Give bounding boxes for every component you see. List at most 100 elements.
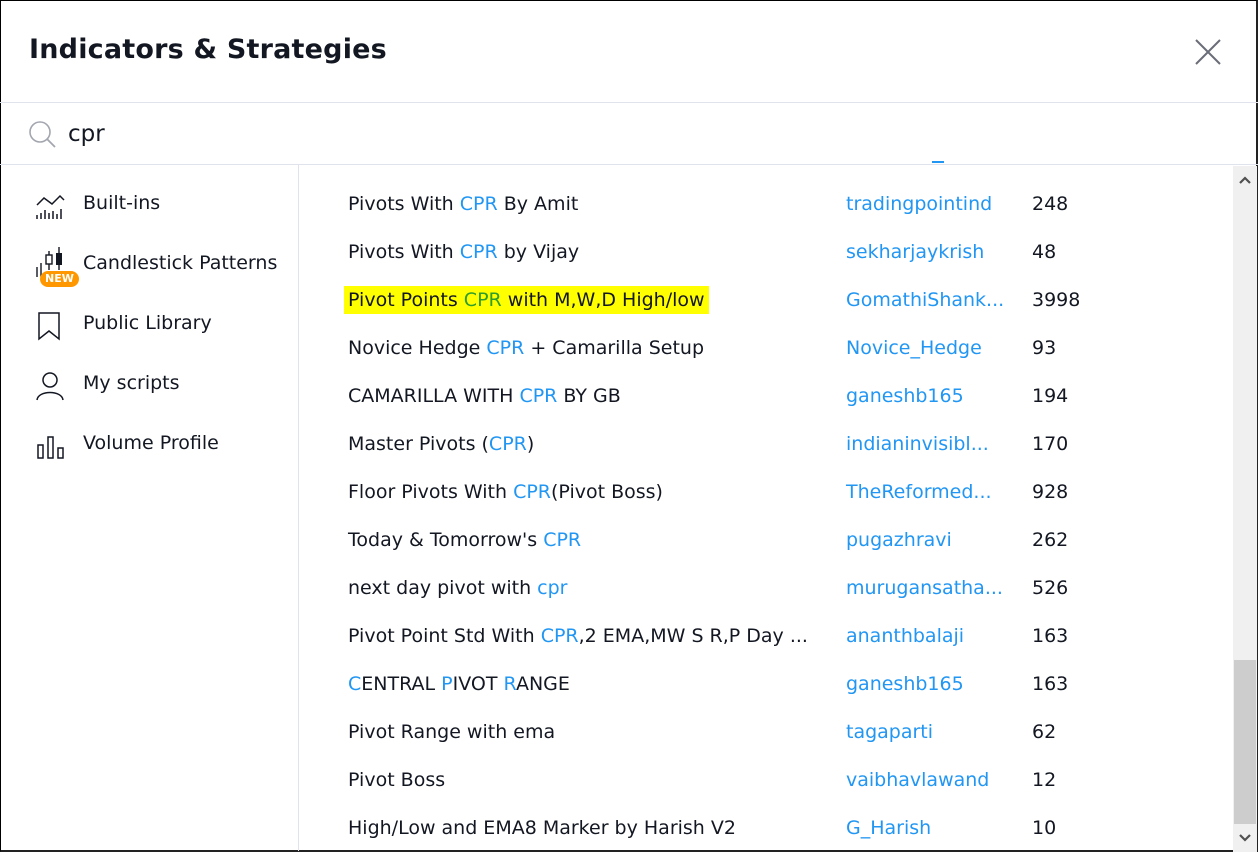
result-row[interactable]: next day pivot with cpr murugansatha... 52… [300, 565, 1232, 613]
search-match: CPR [486, 337, 525, 359]
name-text: Pivots With [348, 193, 460, 215]
author-link[interactable]: pugazhravi [846, 529, 952, 551]
script-name: Pivot Points CPR with M,W,D High/low [344, 286, 709, 314]
script-name: CAMARILLA WITH CPR BY GB [348, 385, 621, 407]
result-row[interactable]: Pivot Range with ema tagaparti 62 [300, 709, 1232, 757]
likes-count: 48 [1032, 241, 1057, 263]
author-link[interactable]: Novice_Hedge [846, 337, 982, 359]
name-text: Pivot Range with ema [348, 721, 556, 743]
clipped-row-fragment [932, 161, 944, 163]
sidebar: Built-ins NEW Candlestick Patterns Publi… [0, 165, 299, 851]
author-link[interactable]: indianinvisibl... [846, 433, 989, 455]
sidebar-item-label: Public Library [83, 312, 212, 334]
scroll-thumb[interactable] [1234, 660, 1256, 824]
sidebar-item-volume-profile[interactable]: Volume Profile [0, 417, 298, 473]
name-text: ,2 EMA,MW S R,P Day ... [578, 625, 808, 647]
author-link[interactable]: vaibhavlawand [846, 769, 989, 791]
results-list: Pivots With CPR By Amit tradingpointind 24… [300, 166, 1232, 852]
search-match: C [348, 673, 362, 695]
user-icon [36, 372, 64, 401]
script-name: Floor Pivots With CPR(Pivot Boss) [348, 481, 663, 503]
result-row[interactable]: Pivot Points CPR with M,W,D High/low Goma… [300, 277, 1232, 325]
dialog-header: Indicators & Strategies [0, 0, 1258, 103]
result-row[interactable]: Floor Pivots With CPR(Pivot Boss) TheRefo… [300, 469, 1232, 517]
sidebar-item-label: My scripts [83, 372, 180, 394]
name-text: + Camarilla Setup [524, 337, 705, 359]
close-icon [1195, 39, 1221, 65]
scroll-up-button[interactable] [1233, 166, 1257, 192]
author-link[interactable]: ganeshb165 [846, 673, 964, 695]
name-text: Master Pivots ( [348, 433, 489, 455]
name-text: by Vijay [497, 241, 580, 263]
likes-count: 12 [1032, 769, 1057, 791]
sidebar-item-label: Built-ins [83, 192, 161, 214]
new-badge: NEW [40, 271, 79, 287]
author-link[interactable]: tradingpointind [846, 193, 992, 215]
sidebar-item-public-library[interactable]: Public Library [0, 297, 298, 353]
name-text: High/Low and EMA8 Marker by Harish V2 [348, 817, 736, 839]
author-link[interactable]: G_Harish [846, 817, 931, 839]
chart-line-bars-icon [36, 194, 65, 219]
author-link[interactable]: GomathiShank... [846, 289, 1004, 311]
result-row[interactable]: Pivot Point Std With CPR,2 EMA,MW S R,P … [300, 613, 1232, 661]
author-link[interactable]: tagaparti [846, 721, 933, 743]
result-row[interactable]: CAMARILLA WITH CPR BY GB ganeshb165 194 [300, 373, 1232, 421]
author-link[interactable]: ganeshb165 [846, 385, 964, 407]
search-match: CPR [488, 433, 527, 455]
name-text: By Amit [497, 193, 579, 215]
name-text: (Pivot Boss) [551, 481, 663, 503]
search-icon [29, 121, 56, 148]
sidebar-item-built-ins[interactable]: Built-ins [0, 177, 298, 233]
search-match: CPR [519, 385, 558, 407]
name-text: next day pivot with [348, 577, 538, 599]
author-link[interactable]: sekharjaykrish [846, 241, 984, 263]
script-name: next day pivot with cpr [348, 577, 568, 599]
search-match: CPR [463, 289, 502, 311]
likes-count: 170 [1032, 433, 1069, 455]
result-row[interactable]: CENTRAL PIVOT RANGE ganeshb165 163 [300, 661, 1232, 709]
author-link[interactable]: TheReformed... [846, 481, 992, 503]
scrollbar[interactable] [1233, 166, 1257, 852]
script-name: Novice Hedge CPR + Camarilla Setup [348, 337, 704, 359]
author-link[interactable]: ananthbalaji [846, 625, 964, 647]
name-text: BY GB [557, 385, 621, 407]
name-text: with M,W,D High/low [501, 289, 705, 311]
close-button[interactable] [1192, 36, 1224, 68]
likes-count: 194 [1032, 385, 1069, 407]
script-name: Pivot Range with ema [348, 721, 555, 743]
search-match: cpr [537, 577, 568, 599]
search-input[interactable] [68, 116, 1168, 152]
name-text: Today & Tomorrow's [348, 529, 544, 551]
likes-count: 163 [1032, 625, 1069, 647]
author-link[interactable]: murugansatha... [846, 577, 1003, 599]
result-row[interactable]: High/Low and EMA8 Marker by Harish V2 G_H… [300, 805, 1232, 852]
volume-bars-icon [37, 436, 64, 459]
likes-count: 163 [1032, 673, 1069, 695]
name-text: Pivots With [348, 241, 460, 263]
sidebar-item-candlestick-patterns[interactable]: NEW Candlestick Patterns [0, 237, 298, 293]
script-name: High/Low and EMA8 Marker by Harish V2 [348, 817, 736, 839]
scroll-down-button[interactable] [1233, 826, 1257, 850]
name-text: ENTRAL [361, 673, 442, 695]
script-name: CENTRAL PIVOT RANGE [348, 673, 570, 695]
result-row[interactable]: Pivots With CPR by Vijay sekharjaykrish 48 [300, 229, 1232, 277]
result-row[interactable]: Today & Tomorrow's CPR pugazhravi 262 [300, 517, 1232, 565]
likes-count: 93 [1032, 337, 1057, 359]
likes-count: 526 [1032, 577, 1069, 599]
search-match: CPR [459, 241, 498, 263]
search-match: CPR [513, 481, 551, 503]
likes-count: 248 [1032, 193, 1069, 215]
result-row[interactable]: Master Pivots (CPR) indianinvisibl... 170 [300, 421, 1232, 469]
likes-count: 62 [1032, 721, 1057, 743]
dialog-title: Indicators & Strategies [29, 34, 387, 65]
result-row[interactable]: Pivot Boss vaibhavlawand 12 [300, 757, 1232, 805]
search-match: CPR [540, 625, 579, 647]
script-name: Master Pivots (CPR) [348, 433, 534, 455]
result-row[interactable]: Novice Hedge CPR + Camarilla Setup Novice… [300, 325, 1232, 373]
bookmark-icon [38, 312, 60, 341]
script-name: Pivot Boss [348, 769, 445, 791]
result-row[interactable]: Pivots With CPR By Amit tradingpointind 24… [300, 181, 1232, 229]
name-text: ) [526, 433, 535, 455]
name-text: IVOT [452, 673, 504, 695]
sidebar-item-my-scripts[interactable]: My scripts [0, 357, 298, 413]
